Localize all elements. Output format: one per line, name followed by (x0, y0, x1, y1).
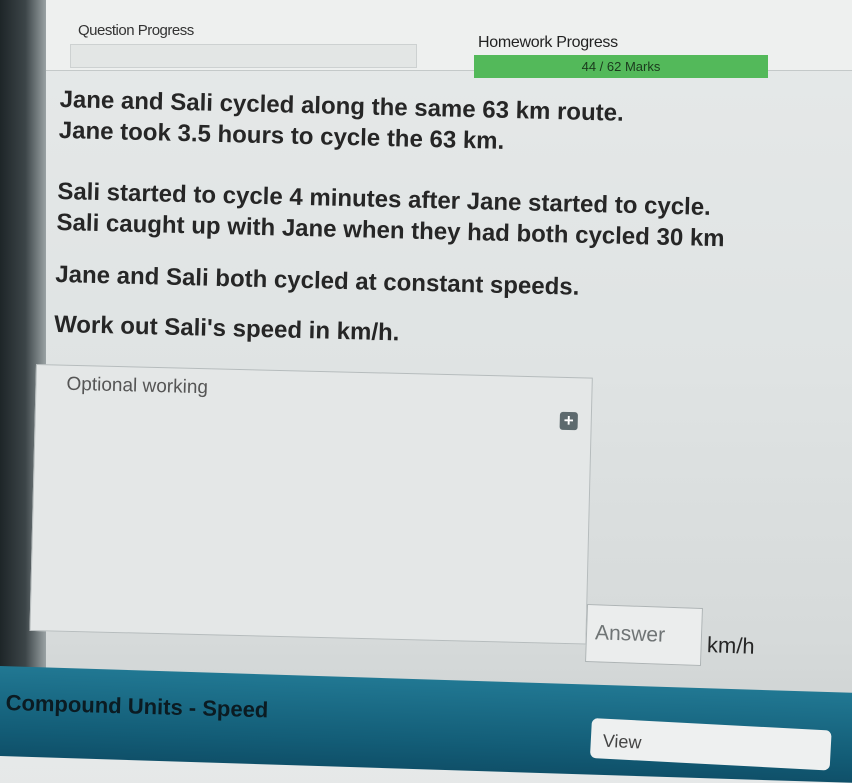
homework-progress-bar: 44 / 62 Marks (474, 55, 768, 78)
answer-input[interactable] (586, 605, 702, 665)
homework-progress-label: Homework Progress (478, 34, 618, 51)
question-progress-label: Question Progress (78, 22, 194, 39)
optional-working-label: Optional working (66, 373, 209, 399)
question-text: Jane and Sali cycled along the same 63 k… (54, 84, 820, 358)
question-progress-bar (70, 44, 417, 68)
answer-box[interactable] (585, 603, 703, 667)
question-line: Jane and Sali both cycled at constant sp… (55, 260, 580, 301)
view-button-label: View (602, 730, 643, 753)
question-line: Work out Sali's speed in km/h. (53, 310, 400, 347)
answer-unit: km/h (706, 632, 756, 659)
plus-icon[interactable]: + (559, 411, 578, 431)
marks-text: 44 / 62 Marks (581, 59, 661, 74)
optional-working-area[interactable]: Optional working + (29, 364, 593, 645)
